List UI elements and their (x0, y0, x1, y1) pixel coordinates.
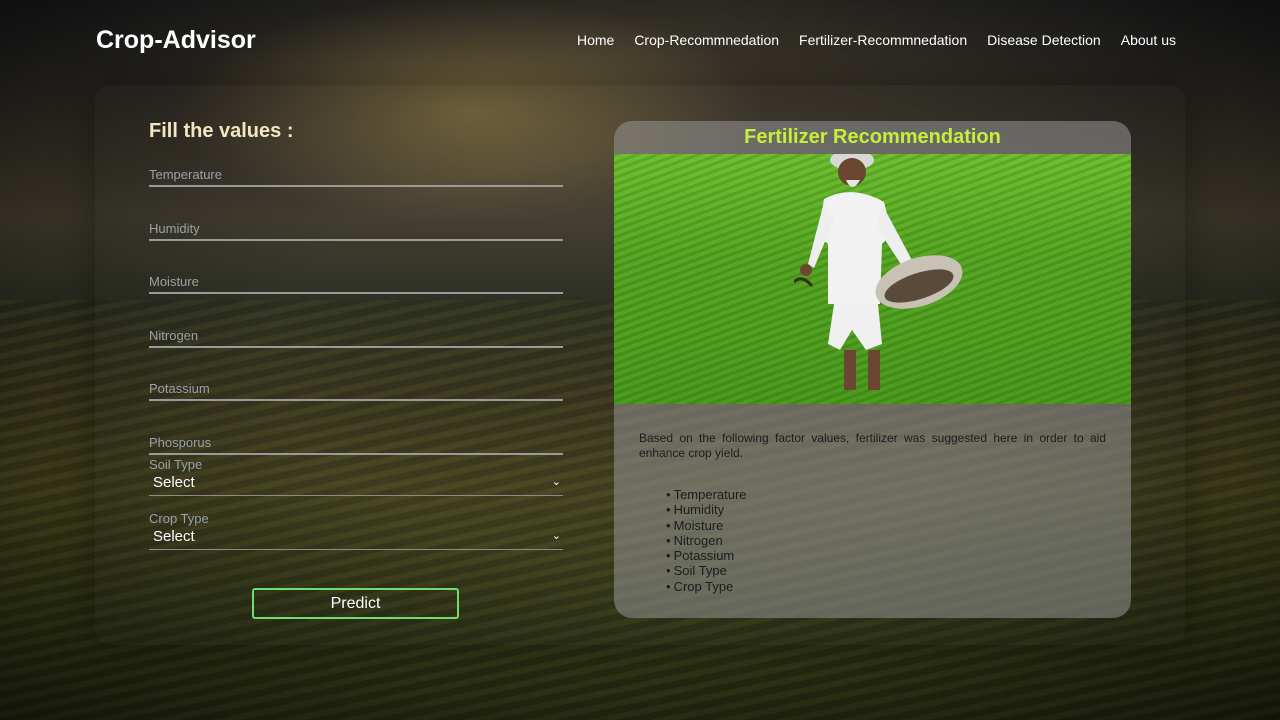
nitrogen-underline (149, 345, 563, 348)
temperature-underline (149, 185, 563, 187)
predict-button[interactable]: Predict (252, 588, 459, 619)
nav-fertilizer-recommendation[interactable]: Fertilizer-Recommnedation (799, 32, 967, 48)
potassium-field[interactable]: Potassium (149, 369, 563, 423)
humidity-field[interactable]: Humidity (149, 209, 563, 263)
crop-type-value: Select (153, 527, 195, 545)
soil-type-underline (149, 494, 563, 496)
list-item: Potassium (666, 548, 747, 563)
list-item: Soil Type (666, 563, 747, 578)
humidity-placeholder: Humidity (149, 220, 200, 236)
potassium-placeholder: Potassium (149, 381, 210, 397)
farmer-illustration (794, 154, 963, 390)
phosporus-field[interactable]: Phosporus (149, 423, 563, 457)
card-title: Fertilizer Recommendation (744, 126, 1001, 148)
farmer-photo (614, 154, 1131, 404)
list-item: Moisture (666, 518, 747, 533)
chevron-down-icon: ⌄ (551, 475, 561, 488)
phosporus-placeholder: Phosporus (149, 434, 212, 450)
nav-disease-detection[interactable]: Disease Detection (987, 32, 1101, 48)
moisture-field[interactable]: Moisture (149, 262, 563, 316)
temperature-field[interactable]: Temperature (149, 155, 563, 209)
crop-type-select[interactable]: Crop Type Select ⌄ (149, 511, 563, 565)
brand-logo[interactable]: Crop-Advisor (96, 26, 256, 55)
factor-list: Temperature Humidity Moisture Nitrogen P… (666, 487, 747, 594)
moisture-placeholder: Moisture (149, 274, 199, 290)
humidity-underline (149, 238, 563, 241)
main-nav: Home Crop-Recommnedation Fertilizer-Reco… (577, 32, 1176, 48)
nav-about-us[interactable]: About us (1121, 32, 1176, 48)
soil-type-select[interactable]: Soil Type Select ⌄ (149, 457, 563, 511)
list-item: Temperature (666, 487, 747, 502)
nav-crop-recommendation[interactable]: Crop-Recommnedation (634, 32, 779, 48)
form-title: Fill the values : (149, 120, 294, 142)
crop-type-label: Crop Type (149, 510, 209, 526)
soil-type-label: Soil Type (149, 456, 203, 472)
list-item: Humidity (666, 502, 747, 517)
moisture-underline (149, 292, 563, 295)
phosporus-underline (149, 452, 563, 455)
temperature-placeholder: Temperature (149, 167, 222, 182)
list-item: Crop Type (666, 579, 747, 594)
list-item: Nitrogen (666, 533, 747, 548)
potassium-underline (149, 399, 563, 402)
nav-home[interactable]: Home (577, 32, 614, 48)
fertilizer-info-card: Fertilizer Recommendation Based on the f… (614, 121, 1131, 618)
input-form: Fill the values : Temperature Humidity M… (149, 120, 563, 565)
card-description: Based on the following factor values, fe… (639, 431, 1106, 460)
chevron-down-icon: ⌄ (551, 529, 561, 542)
crop-type-underline (149, 548, 563, 550)
nitrogen-field[interactable]: Nitrogen (149, 316, 563, 370)
nitrogen-placeholder: Nitrogen (149, 327, 199, 343)
soil-type-value: Select (153, 473, 195, 491)
